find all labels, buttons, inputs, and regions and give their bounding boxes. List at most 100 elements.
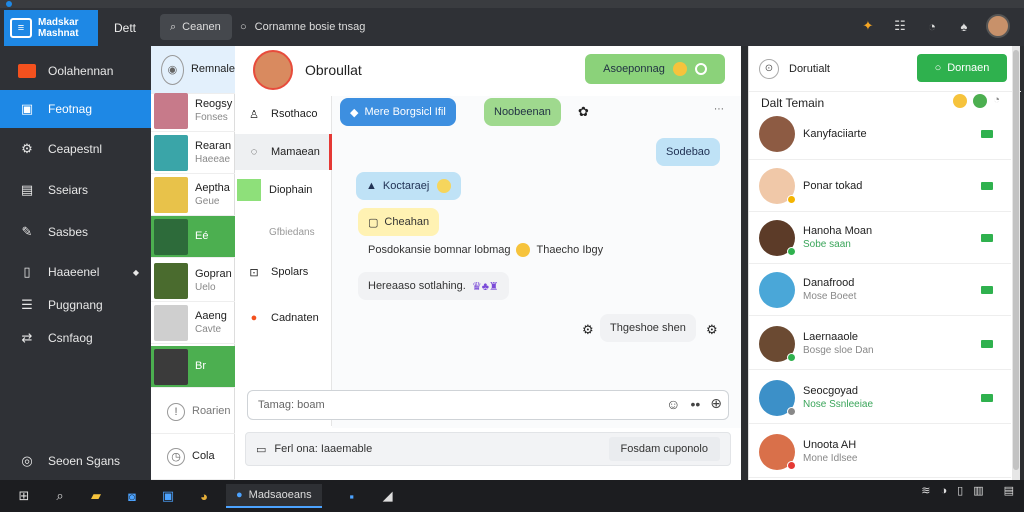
windows-start-icon[interactable]: ⊞ [12,484,36,508]
scrollbar-thumb[interactable] [1013,50,1019,470]
os-taskbar: ⊞ ⌕ ▰ ◙ ▣ ◕ ● Madsaoeans ▪ ◢ ≋ ◑ ▯ ▥ ▤ [0,480,1024,512]
list-item[interactable]: ◷ Cola [151,434,235,480]
list-item[interactable]: Ponar tokad [749,160,1011,212]
mail-icon[interactable]: ▪ [340,484,364,508]
subnav-item-4[interactable]: ⊡ Spolars [235,254,332,290]
subnav-item-0[interactable]: ♙ Rsothaco [235,96,332,132]
circle-icon [694,63,707,75]
message-bubble[interactable]: Posdokansie bomnar lobmag Thaecho Ibgy [358,236,613,264]
sidebar-item-label: Feotnag [48,102,93,116]
message-bubble[interactable]: Noobeenan [484,98,561,126]
app-logo[interactable]: ≡ Madskar Mashnat [4,10,98,46]
list-item[interactable]: Br [151,346,235,388]
battery-icon[interactable]: ▥ [973,484,983,497]
sidebar-item-2[interactable]: ⚙ Ceapestnl [0,130,151,168]
top-tab-search[interactable]: ⌕ Ceanen [160,14,232,40]
contact-name: Cola [192,450,215,462]
more-icon[interactable]: ⋯ [714,104,724,115]
contact-sub: Sobe saan [803,238,851,250]
sidebar-item-4[interactable]: ✎ Sasbes [0,213,151,251]
bubble-icon: ◌ [250,146,258,158]
message-input[interactable]: Tamag: boam ☺ •• ⊕ [247,390,729,420]
message-bubble[interactable]: ◆ Mere Borgsicl Ifil [340,98,456,126]
volume-icon[interactable]: ▯ [957,484,963,497]
react-icon[interactable]: ✿ [578,104,589,120]
list-item[interactable]: Unoota AH Mone Idlsee [749,426,1011,478]
list-item[interactable]: Aeptha Geue [151,174,235,216]
avatar [759,115,795,152]
pin-icon: ◆ [132,267,139,277]
flame-icon[interactable]: ♠ [954,16,974,36]
bell-icon[interactable]: ✦ [858,16,878,36]
network-icon[interactable]: ≋ [921,484,930,497]
sidebar-item-label: Puggnang [48,298,103,312]
subnav-label: Spolars [271,266,309,278]
sidebar-item-0[interactable]: Oolahennan [0,52,151,90]
info-icon: ! [167,402,185,421]
list-item[interactable]: Kanyfaciiarte [749,108,1011,160]
list-item[interactable]: ◉ Remnale [151,46,235,94]
taskbar-app-button[interactable]: ● Madsaoeans [226,484,322,508]
photos-icon[interactable]: ▣ [156,484,180,508]
subnav-item-5[interactable]: ● Cadnaten [235,300,332,336]
add-icon[interactable]: ⊕ [710,395,722,412]
subnav-item-3[interactable]: Gfbiedans [235,214,332,250]
chrome-icon[interactable]: ◕ [192,484,216,508]
search-icon[interactable]: ⌕ [48,484,72,508]
notifications-icon[interactable]: ▤ [1004,484,1014,497]
message-bubble[interactable]: ▲ Koctaraej [356,172,462,200]
settings-icon[interactable]: ⚙ [706,322,718,338]
message-text: Cheahan [384,216,430,228]
subnav-label: Diophain [269,184,313,196]
emoji-icon[interactable]: ☺ [666,396,680,412]
message-bubble[interactable]: Sodebao [656,138,721,166]
sidebar-item-1[interactable]: ▣ Feotnag [0,90,151,128]
header-status-button[interactable]: Asoeponnag [585,54,725,84]
refresh-icon[interactable]: ◔ [993,94,1000,108]
folder-icon[interactable]: ▰ [84,484,108,508]
presence-badge [787,194,796,204]
camera-icon[interactable]: ◢ [376,484,400,508]
contact-name: Rearan [195,139,232,152]
message-bubble[interactable]: ▢ Cheahan [358,208,440,236]
list-item[interactable]: Reogsy Fonses [151,90,235,132]
smile-icon [672,62,687,76]
message-bubble[interactable]: Hereaaso sotlahing. ♛♣♜ [358,272,509,300]
global-search-input[interactable]: ○ Cornamne bosie tnsag [240,14,470,40]
top-menu-dett[interactable]: Dett [114,21,136,35]
list-item[interactable]: ! Roarien [151,390,235,434]
chat-header: Obroullat Asoeponnag [235,46,741,94]
right-panel-action-button[interactable]: ○ Dornaen [917,54,1007,82]
sidebar-item-7[interactable]: ⇄ Csnfaog [0,319,151,357]
status-badge [981,393,993,402]
right-scrollbar[interactable] [1012,46,1020,480]
list-item[interactable]: Laernaaole Bosge sloe Dan [749,318,1011,370]
sidebar-item-3[interactable]: ▤ Sseiars [0,171,151,209]
list-item[interactable]: Eé [151,216,235,258]
more-icon[interactable]: •• [690,396,700,412]
footer-action-button[interactable]: Fosdam cuponolo [608,437,720,461]
list-item[interactable]: Gopran Uelo [151,260,235,302]
subnav-item-1[interactable]: ◌ Mamaean [235,134,332,170]
grid-icon[interactable]: ☷ [890,16,910,36]
list-item[interactable]: Rearan Haeeae [151,132,235,174]
avatar[interactable] [253,50,293,90]
list-item[interactable]: Seocgoyad Nose Ssnleeiae [749,372,1011,424]
green-smile-icon[interactable] [973,94,988,108]
smile-icon[interactable] [953,94,968,108]
message-text: Mere Borgsicl Ifil [364,106,446,118]
list-item[interactable]: Hanoha Moan Sobe saan [749,212,1011,264]
store-icon[interactable]: ◙ [120,484,144,508]
list-item[interactable]: Danafrood Mose Boeet [749,264,1011,316]
list-item[interactable]: Aaeng Cavte [151,302,235,344]
search-icon: ◉ [161,54,184,85]
status-badge [981,233,993,242]
wifi-icon[interactable]: ◑ [940,485,947,497]
sidebar-bottom-item[interactable]: ◎ Seoen Sgans [0,442,151,480]
subnav-label: Gfbiedans [269,226,315,238]
profile-avatar[interactable] [986,14,1010,38]
subnav-item-2[interactable]: Diophain [235,172,332,208]
clock-icon[interactable]: ◔ [922,16,942,36]
gear-icon[interactable]: ⚙ [582,322,594,338]
message-bubble[interactable]: Thgeshoe shen [600,314,696,342]
